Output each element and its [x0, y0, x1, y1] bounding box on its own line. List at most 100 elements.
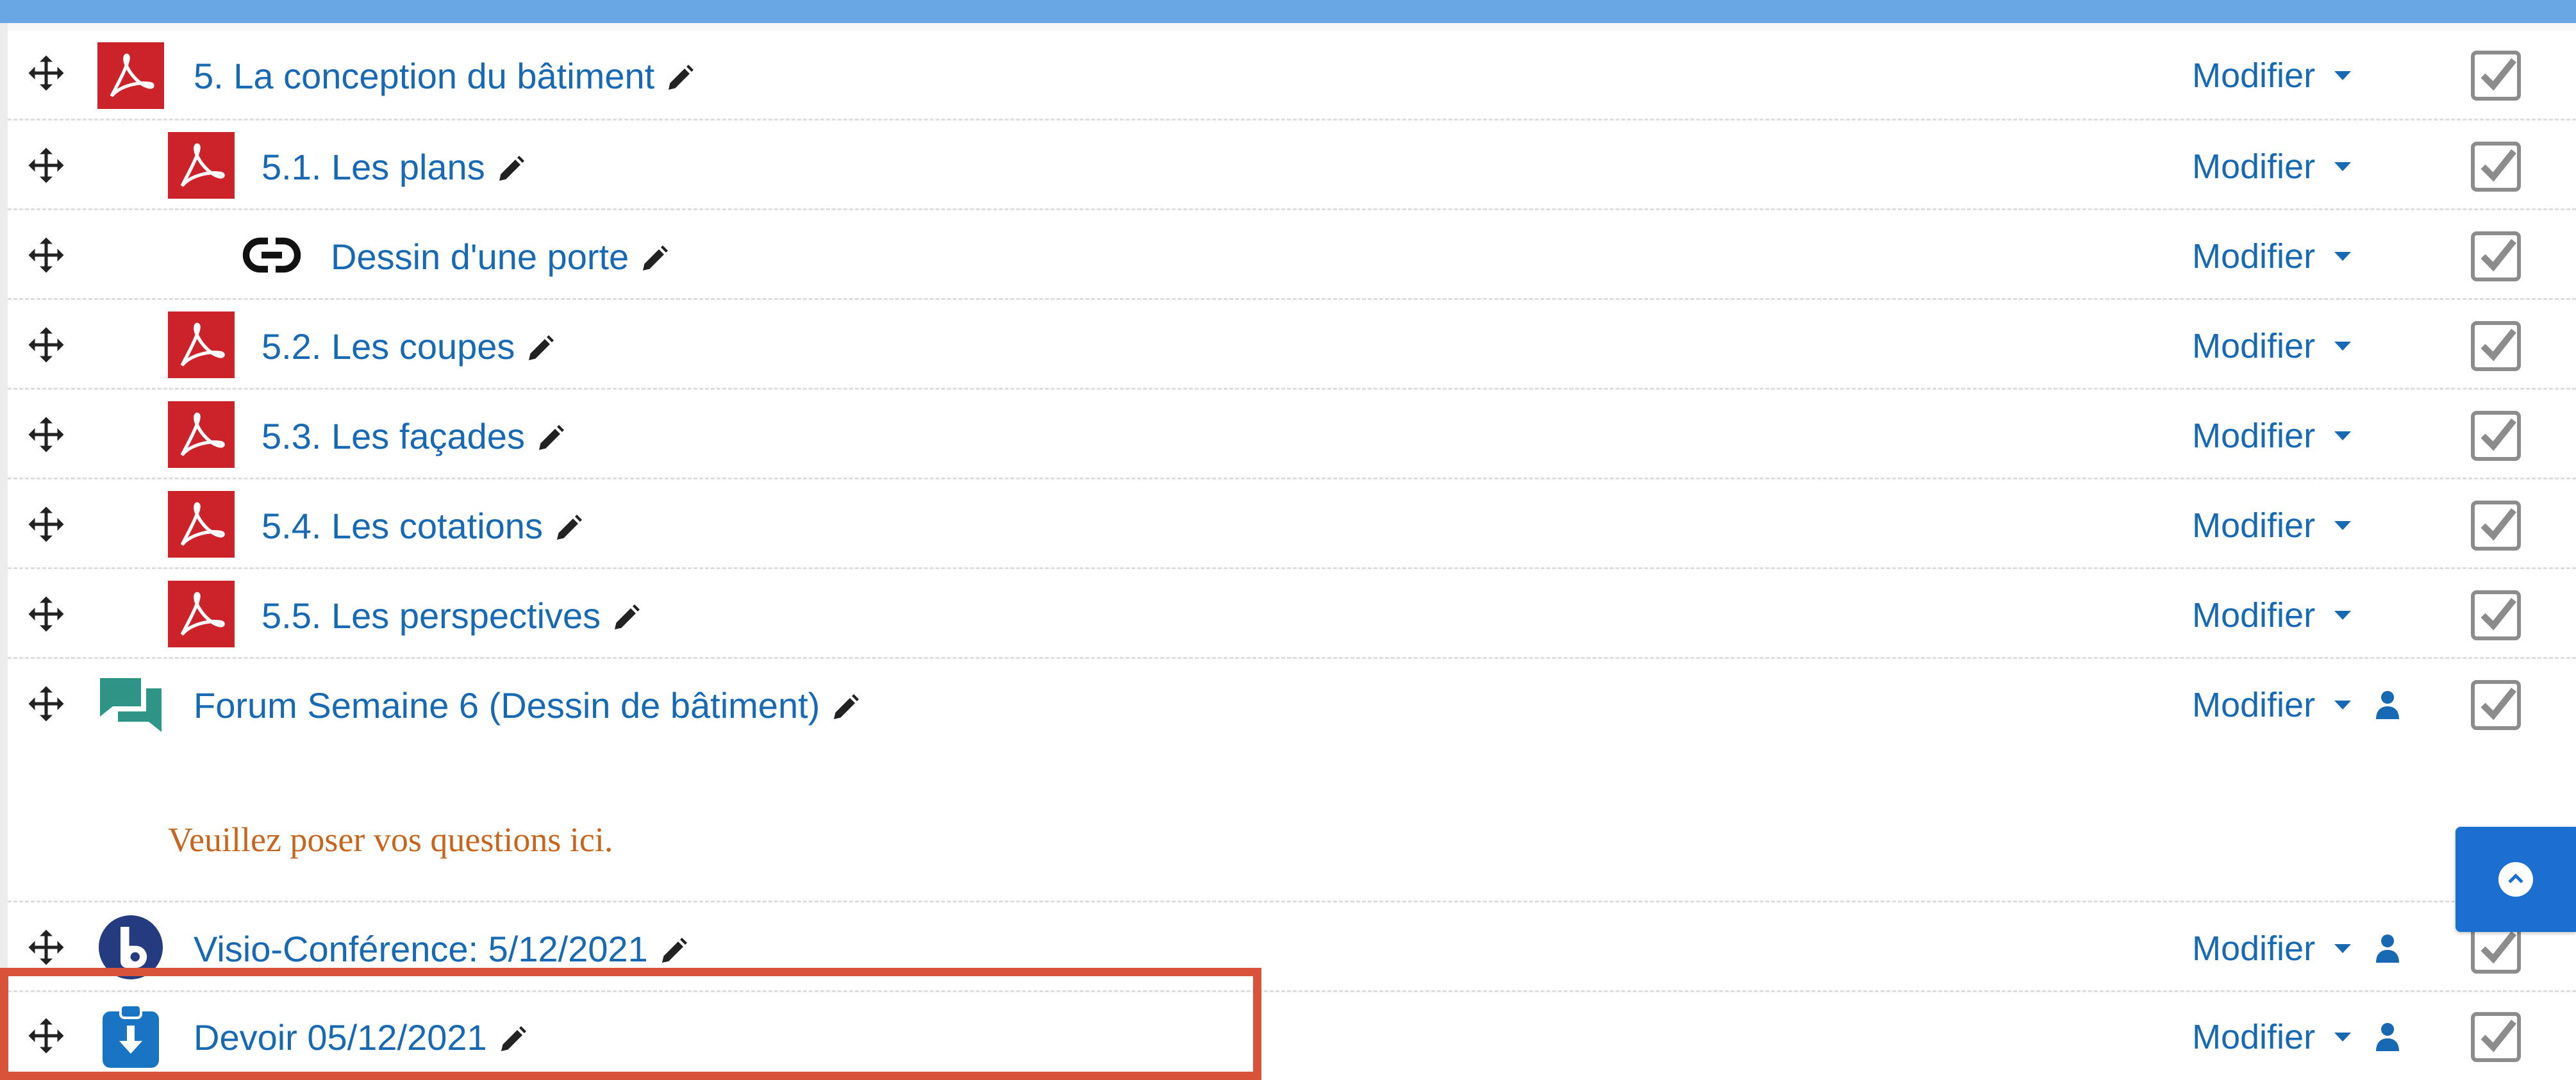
move-icon[interactable]	[27, 415, 65, 454]
activity-title-text[interactable]: 5.4. Les cotations	[262, 505, 543, 547]
activity-title-text[interactable]: Dessin d'une porte	[331, 236, 629, 278]
modifier-menu[interactable]: Modifier	[2192, 1011, 2401, 1063]
activity-title[interactable]: Dessin d'une porte	[331, 231, 670, 282]
move-icon[interactable]	[27, 326, 65, 364]
checkbox-icon[interactable]	[2468, 677, 2524, 733]
modifier-menu[interactable]: Modifier	[2192, 320, 2352, 372]
checkbox-icon[interactable]	[2468, 228, 2524, 285]
pencil-icon[interactable]	[525, 331, 556, 361]
modifier-label[interactable]: Modifier	[2192, 147, 2315, 187]
activity-title[interactable]: 5.4. Les cotations	[262, 500, 584, 551]
activity-title[interactable]: 5.5. Les perspectives	[262, 590, 642, 641]
pdf-icon	[168, 581, 235, 647]
modifier-menu[interactable]: Modifier	[2192, 50, 2352, 101]
activity-title[interactable]: 5.3. Les façades	[262, 410, 566, 461]
activity-row: 5.4. Les cotations Modifier	[8, 479, 2576, 569]
pdf-icon	[168, 401, 235, 468]
modifier-menu[interactable]: Modifier	[2192, 500, 2352, 551]
pencil-icon[interactable]	[665, 60, 695, 91]
modifier-label[interactable]: Modifier	[2192, 506, 2315, 545]
activity-title[interactable]: 5. La conception du bâtiment	[194, 50, 695, 101]
activity-title[interactable]: Visio-Conférence: 5/12/2021	[194, 923, 689, 974]
activity-row: Dessin d'une porte Modifier	[8, 210, 2576, 300]
activity-title[interactable]: 5.2. Les coupes	[262, 320, 556, 372]
activity-row: 5.2. Les coupes Modifier	[8, 300, 2576, 390]
forum-icon	[97, 670, 164, 737]
activity-title-text[interactable]: Forum Semaine 6 (Dessin de bâtiment)	[194, 685, 820, 726]
activity-title-text[interactable]: 5.2. Les coupes	[262, 326, 515, 367]
caret-down-icon[interactable]	[2334, 611, 2352, 620]
modifier-menu[interactable]: Modifier	[2192, 590, 2352, 641]
move-icon[interactable]	[27, 54, 65, 92]
move-icon[interactable]	[27, 928, 65, 967]
checkbox-icon[interactable]	[2468, 138, 2524, 195]
activity-row: 5. La conception du bâtiment Modifier	[8, 31, 2576, 120]
caret-down-icon[interactable]	[2334, 71, 2352, 80]
caret-down-icon[interactable]	[2334, 162, 2352, 171]
modifier-label[interactable]: Modifier	[2192, 929, 2315, 968]
pdf-icon	[97, 42, 164, 109]
user-icon	[2376, 1023, 2400, 1051]
modifier-label[interactable]: Modifier	[2192, 595, 2315, 635]
modifier-label[interactable]: Modifier	[2192, 237, 2315, 276]
move-icon[interactable]	[27, 505, 65, 544]
move-icon[interactable]	[27, 685, 65, 723]
caret-down-icon[interactable]	[2334, 944, 2352, 953]
caret-down-icon[interactable]	[2334, 701, 2352, 710]
section-top-bar	[0, 0, 2576, 23]
checkbox-icon[interactable]	[2468, 318, 2524, 374]
pencil-icon[interactable]	[658, 933, 689, 964]
pdf-icon	[168, 312, 235, 378]
user-icon	[2376, 935, 2400, 963]
pdf-icon	[168, 491, 235, 558]
move-icon[interactable]	[27, 595, 65, 633]
chevron-up-icon	[2498, 862, 2533, 897]
checkbox-icon[interactable]	[2468, 497, 2524, 554]
activity-title-text[interactable]: 5. La conception du bâtiment	[194, 55, 654, 97]
section-top-strip	[0, 23, 2576, 31]
pencil-icon[interactable]	[553, 510, 584, 541]
checkbox-icon[interactable]	[2468, 587, 2524, 644]
left-border	[0, 23, 8, 1080]
checkbox-icon[interactable]	[2468, 47, 2524, 104]
activity-title-text[interactable]: 5.5. Les perspectives	[262, 595, 601, 636]
caret-down-icon[interactable]	[2334, 252, 2352, 261]
caret-down-icon[interactable]	[2334, 431, 2352, 440]
modifier-label[interactable]: Modifier	[2192, 416, 2315, 456]
modifier-menu[interactable]: Modifier	[2192, 923, 2401, 974]
activity-title-text[interactable]: 5.1. Les plans	[262, 146, 485, 188]
pencil-icon[interactable]	[830, 690, 861, 720]
activity-title[interactable]: Forum Semaine 6 (Dessin de bâtiment)	[194, 679, 861, 731]
activity-row-forum: Forum Semaine 6 (Dessin de bâtiment) Mod…	[8, 659, 2576, 902]
forum-description: Veuillez poser vos questions ici.	[168, 820, 613, 859]
checkbox-icon[interactable]	[2468, 408, 2524, 464]
modifier-label[interactable]: Modifier	[2192, 56, 2315, 96]
modifier-label[interactable]: Modifier	[2192, 685, 2315, 725]
pencil-icon[interactable]	[535, 420, 566, 451]
modifier-menu[interactable]: Modifier	[2192, 141, 2352, 192]
move-icon[interactable]	[27, 236, 65, 274]
link-icon	[238, 222, 305, 288]
modifier-label[interactable]: Modifier	[2192, 326, 2315, 366]
back-to-top-button[interactable]	[2456, 827, 2576, 932]
modifier-menu[interactable]: Modifier	[2192, 410, 2352, 461]
caret-down-icon[interactable]	[2334, 342, 2352, 351]
highlight-box	[0, 968, 1261, 1080]
activity-title[interactable]: 5.1. Les plans	[262, 141, 526, 192]
user-icon	[2376, 691, 2400, 719]
modifier-label[interactable]: Modifier	[2192, 1017, 2315, 1057]
activity-row: 5.3. Les façades Modifier	[8, 390, 2576, 479]
pencil-icon[interactable]	[611, 600, 642, 631]
pdf-icon	[168, 132, 235, 199]
pencil-icon[interactable]	[639, 241, 670, 272]
modifier-menu[interactable]: Modifier	[2192, 231, 2352, 282]
activity-title-text[interactable]: Visio-Conférence: 5/12/2021	[194, 928, 648, 970]
modifier-menu[interactable]: Modifier	[2192, 679, 2401, 731]
checkbox-icon[interactable]	[2468, 1009, 2524, 1065]
caret-down-icon[interactable]	[2334, 1033, 2352, 1042]
activity-row: 5.1. Les plans Modifier	[8, 120, 2576, 210]
move-icon[interactable]	[27, 146, 65, 185]
activity-title-text[interactable]: 5.3. Les façades	[262, 415, 525, 457]
pencil-icon[interactable]	[495, 151, 526, 182]
caret-down-icon[interactable]	[2334, 521, 2352, 530]
